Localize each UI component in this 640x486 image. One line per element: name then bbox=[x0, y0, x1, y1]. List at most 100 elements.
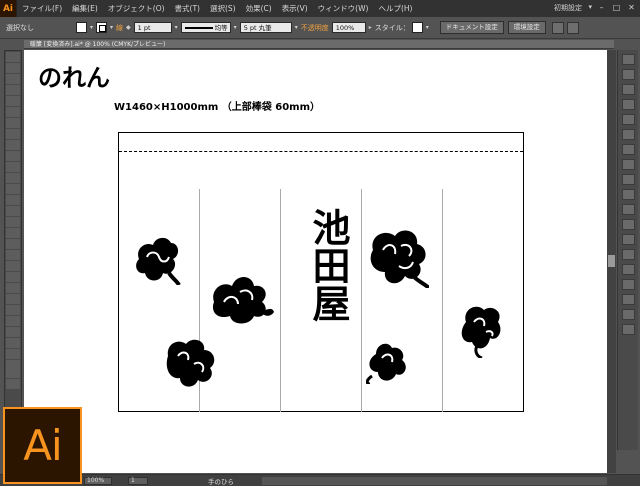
menu-edit[interactable]: 編集(E) bbox=[67, 3, 103, 14]
swatches-icon[interactable] bbox=[621, 84, 635, 95]
hand-tool-icon[interactable] bbox=[6, 338, 20, 348]
scale-tool-icon[interactable] bbox=[6, 195, 20, 205]
transparency-icon[interactable] bbox=[621, 159, 635, 170]
color-guide-icon[interactable] bbox=[621, 69, 635, 80]
chevron-down-icon[interactable]: ▾ bbox=[175, 24, 178, 31]
line-tool-icon[interactable] bbox=[6, 118, 20, 128]
menu-window[interactable]: ウィンドウ(W) bbox=[313, 3, 374, 14]
document-tab[interactable]: 暖簾 [変換済み].ai* @ 100% (CMYK/プレビュー) bbox=[24, 40, 614, 49]
eraser-tool-icon[interactable] bbox=[6, 173, 20, 183]
chevron-down-icon[interactable]: ▾ bbox=[295, 24, 298, 31]
slice-tool-icon[interactable] bbox=[6, 327, 20, 337]
horizontal-scrollbar[interactable] bbox=[262, 477, 607, 485]
eyedropper-tool-icon[interactable] bbox=[6, 272, 20, 282]
fill-stroke-icon[interactable] bbox=[6, 360, 20, 378]
brand-name[interactable]: 池田屋 bbox=[286, 208, 352, 322]
fill-swatch[interactable] bbox=[76, 22, 87, 33]
pen-tool-icon[interactable] bbox=[6, 96, 20, 106]
pencil-tool-icon[interactable] bbox=[6, 151, 20, 161]
zoom-level[interactable]: 100% bbox=[84, 477, 112, 485]
width-tool-icon[interactable] bbox=[6, 206, 20, 216]
free-transform-tool-icon[interactable] bbox=[6, 217, 20, 227]
chevron-right-icon[interactable]: ▸ bbox=[369, 24, 372, 31]
links-icon[interactable] bbox=[621, 324, 635, 335]
minimize-icon[interactable]: – bbox=[595, 2, 608, 14]
cloud-motif-icon[interactable] bbox=[210, 272, 274, 328]
gradient-tool-icon[interactable] bbox=[6, 261, 20, 271]
menu-select[interactable]: 選択(S) bbox=[205, 3, 241, 14]
maximize-icon[interactable]: □ bbox=[610, 2, 623, 14]
layers-icon[interactable] bbox=[621, 204, 635, 215]
preferences-button[interactable]: 環境設定 bbox=[507, 21, 546, 34]
direct-selection-tool-icon[interactable] bbox=[6, 63, 20, 73]
drawing-mode-icon[interactable] bbox=[6, 379, 20, 389]
panel-divider bbox=[280, 189, 281, 412]
menu-type[interactable]: 書式(T) bbox=[170, 3, 205, 14]
scrollbar-thumb[interactable] bbox=[608, 255, 615, 267]
close-icon[interactable]: ✕ bbox=[625, 2, 638, 14]
cloud-motif-icon[interactable] bbox=[164, 336, 218, 390]
stepper-icon[interactable]: ◆ bbox=[126, 24, 131, 31]
brush-select[interactable]: 5 pt 丸筆 bbox=[239, 22, 292, 33]
stroke-panel-icon[interactable] bbox=[621, 129, 635, 140]
paintbrush-tool-icon[interactable] bbox=[6, 140, 20, 150]
stroke-swatch[interactable] bbox=[96, 22, 108, 33]
zoom-tool-icon[interactable] bbox=[6, 349, 20, 359]
artboard-number[interactable]: 1 bbox=[128, 477, 148, 485]
brushes-icon[interactable] bbox=[621, 99, 635, 110]
pathfinder-icon[interactable] bbox=[621, 294, 635, 305]
document-setup-button[interactable]: ドキュメント設定 bbox=[439, 21, 504, 34]
paragraph-icon[interactable] bbox=[621, 249, 635, 260]
lasso-tool-icon[interactable] bbox=[6, 85, 20, 95]
type-tool-icon[interactable] bbox=[6, 107, 20, 117]
rotate-tool-icon[interactable] bbox=[6, 184, 20, 194]
blend-tool-icon[interactable] bbox=[6, 283, 20, 293]
perspective-grid-tool-icon[interactable] bbox=[6, 239, 20, 249]
artwork-title[interactable]: のれん bbox=[38, 58, 110, 93]
vertical-scrollbar[interactable] bbox=[607, 50, 616, 473]
transform-icon[interactable] bbox=[621, 309, 635, 320]
graph-tool-icon[interactable] bbox=[6, 305, 20, 315]
current-tool-status[interactable]: 手のひら bbox=[208, 476, 234, 486]
artboards-icon[interactable] bbox=[621, 219, 635, 230]
chevron-down-icon[interactable]: ▾ bbox=[90, 24, 93, 31]
opacity-label[interactable]: 不透明度 bbox=[301, 23, 329, 33]
appearance-icon[interactable] bbox=[621, 174, 635, 185]
menu-effect[interactable]: 効果(C) bbox=[241, 3, 277, 14]
mesh-tool-icon[interactable] bbox=[6, 250, 20, 260]
symbols-icon[interactable] bbox=[621, 114, 635, 125]
workspace-switcher[interactable]: 初期設定 bbox=[554, 3, 582, 13]
rectangle-tool-icon[interactable] bbox=[6, 129, 20, 139]
opentype-icon[interactable] bbox=[621, 264, 635, 275]
cloud-motif-icon[interactable] bbox=[369, 226, 429, 288]
color-panel-icon[interactable] bbox=[621, 54, 635, 65]
character-icon[interactable] bbox=[621, 234, 635, 245]
artwork-dimensions[interactable]: W1460×H1000mm （上部棒袋 60mm） bbox=[114, 98, 320, 113]
menu-view[interactable]: 表示(V) bbox=[277, 3, 313, 14]
cloud-motif-icon[interactable] bbox=[133, 233, 181, 285]
selection-tool-icon[interactable] bbox=[6, 52, 20, 62]
opacity-input[interactable]: 100% bbox=[331, 22, 366, 33]
panel-menu-icon[interactable] bbox=[566, 21, 579, 34]
graphic-styles-icon[interactable] bbox=[621, 189, 635, 200]
chevron-down-icon[interactable]: ▾ bbox=[234, 24, 237, 31]
blob-brush-tool-icon[interactable] bbox=[6, 162, 20, 172]
artboard-tool-icon[interactable] bbox=[6, 316, 20, 326]
chevron-down-icon[interactable]: ▾ bbox=[110, 24, 113, 31]
cloud-motif-icon[interactable] bbox=[366, 340, 410, 384]
chevron-down-icon[interactable]: ▾ bbox=[426, 24, 429, 31]
align-panel-icon[interactable] bbox=[621, 279, 635, 290]
symbol-sprayer-tool-icon[interactable] bbox=[6, 294, 20, 304]
menu-object[interactable]: オブジェクト(O) bbox=[103, 3, 170, 14]
graphic-style-swatch[interactable] bbox=[411, 22, 423, 33]
cloud-motif-icon[interactable] bbox=[458, 302, 504, 358]
shape-builder-tool-icon[interactable] bbox=[6, 228, 20, 238]
stroke-profile-select[interactable]: 均等 bbox=[180, 22, 231, 33]
menu-help[interactable]: ヘルプ(H) bbox=[373, 3, 417, 14]
magic-wand-tool-icon[interactable] bbox=[6, 74, 20, 84]
stroke-label[interactable]: 線 bbox=[116, 23, 123, 33]
gradient-panel-icon[interactable] bbox=[621, 144, 635, 155]
align-icon[interactable] bbox=[551, 21, 564, 34]
stroke-weight-select[interactable]: 1 pt bbox=[133, 22, 172, 33]
menu-file[interactable]: ファイル(F) bbox=[17, 3, 67, 14]
